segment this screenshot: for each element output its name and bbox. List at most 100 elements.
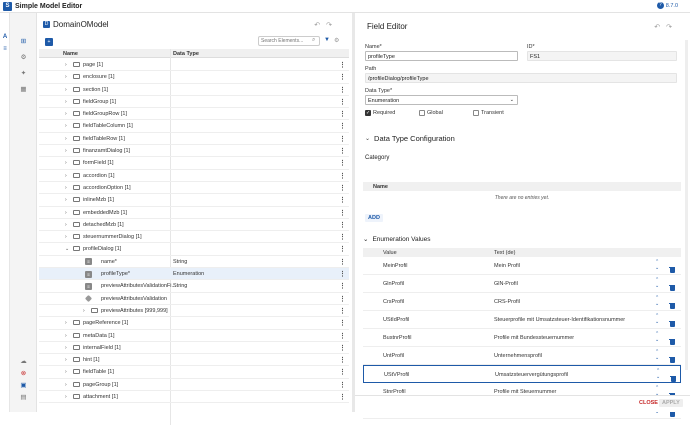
chevron-right-icon[interactable]: › — [65, 136, 67, 142]
reorder-arrows-icon[interactable]: ⌃⌄ — [655, 313, 659, 325]
reorder-arrows-icon[interactable]: ⌃⌄ — [655, 259, 659, 271]
tree-row[interactable]: ≡ profileType* Enumeration ⋮ — [39, 268, 349, 281]
editor-undo-redo-icons[interactable]: ↶↷ — [654, 23, 678, 31]
more-vert-icon[interactable]: ⋮ — [339, 61, 346, 69]
more-vert-icon[interactable]: ⋮ — [339, 332, 346, 340]
reorder-arrows-icon[interactable]: ⌃⌄ — [656, 368, 660, 380]
more-vert-icon[interactable]: ⋮ — [339, 209, 346, 217]
reorder-arrows-icon[interactable]: ⌃⌄ — [655, 331, 659, 343]
chevron-right-icon[interactable]: › — [65, 333, 67, 339]
chevron-right-icon[interactable]: › — [65, 210, 67, 216]
enum-row[interactable]: CrsProfil CRS-Profil ⌃ ⌄ — [363, 293, 681, 311]
chevron-right-icon[interactable]: › — [65, 234, 67, 240]
more-vert-icon[interactable]: ⋮ — [339, 98, 346, 106]
chevron-right-icon[interactable]: › — [65, 123, 67, 129]
more-vert-icon[interactable]: ⋮ — [339, 172, 346, 180]
version-indicator[interactable]: ? 8.7.0 — [656, 2, 678, 9]
more-vert-icon[interactable]: ⋮ — [339, 381, 346, 389]
left-letter-a[interactable]: A — [1, 33, 9, 41]
chevron-right-icon[interactable]: › — [65, 87, 67, 93]
delete-icon[interactable] — [670, 370, 676, 382]
enum-row[interactable]: UntProfil Unternehmensprofil ⌃ ⌄ — [363, 347, 681, 365]
more-vert-icon[interactable]: ⋮ — [339, 344, 346, 352]
undo-redo-icons[interactable]: ↶↷ — [314, 21, 338, 29]
filter-icon[interactable]: ▼ — [324, 37, 330, 43]
chevron-right-icon[interactable]: › — [65, 74, 67, 80]
enum-row[interactable]: MeinProfil Mein Profil ⌃ ⌄ — [363, 257, 681, 275]
chevron-right-icon[interactable]: › — [83, 308, 85, 314]
tree-row[interactable]: › embeddedMzb [1] ⋮ — [39, 207, 349, 219]
enum-section-toggle[interactable]: ⌄ Enumeration Values — [363, 235, 681, 244]
more-vert-icon[interactable]: ⋮ — [339, 86, 346, 94]
more-vert-icon[interactable]: ⋮ — [339, 122, 346, 130]
chevron-right-icon[interactable]: › — [65, 222, 67, 228]
chevron-right-icon[interactable]: › — [65, 99, 67, 105]
more-vert-icon[interactable]: ⋮ — [339, 196, 346, 204]
tree-row[interactable]: › formField [1] ⋮ — [39, 157, 349, 170]
tree-row[interactable]: › finanzamtDialog [1] ⋮ — [39, 145, 349, 158]
add-element-icon[interactable]: + — [45, 38, 53, 46]
delete-icon[interactable] — [669, 297, 675, 309]
more-vert-icon[interactable]: ⋮ — [339, 282, 346, 290]
help-icon[interactable]: ? — [656, 2, 664, 9]
more-vert-icon[interactable]: ⋮ — [339, 295, 346, 303]
delete-icon[interactable] — [669, 333, 675, 345]
reorder-arrows-icon[interactable]: ⌃⌄ — [655, 349, 659, 361]
more-vert-icon[interactable]: ⋮ — [339, 135, 346, 143]
chevron-right-icon[interactable]: › — [65, 394, 67, 400]
tree-row[interactable]: › fieldTableRow [1] ⋮ — [39, 133, 349, 146]
export-icon[interactable]: ▤ — [18, 393, 29, 402]
chevron-right-icon[interactable]: › — [65, 382, 67, 388]
delete-icon[interactable] — [669, 387, 675, 399]
chevron-right-icon[interactable]: › — [65, 148, 67, 154]
more-vert-icon[interactable]: ⋮ — [339, 270, 346, 278]
more-vert-icon[interactable]: ⋮ — [339, 356, 346, 364]
tree-row[interactable]: › section [1] ⋮ — [39, 84, 349, 96]
required-checkbox[interactable]: ✓ Required — [365, 110, 395, 116]
add-category-button[interactable]: ADD — [365, 214, 383, 222]
tree-row[interactable]: › steuernummerDialog [1] ⋮ — [39, 231, 349, 244]
more-vert-icon[interactable]: ⋮ — [339, 233, 346, 241]
more-vert-icon[interactable]: ⋮ — [339, 184, 346, 192]
tree-row[interactable]: ≡ name* String ⋮ — [39, 256, 349, 269]
reorder-arrows-icon[interactable]: ⌃⌄ — [655, 277, 659, 289]
error-icon[interactable]: ⊗ — [18, 369, 29, 378]
reorder-arrows-icon[interactable]: ⌃⌄ — [655, 295, 659, 307]
more-vert-icon[interactable]: ⋮ — [339, 258, 346, 266]
tree-row[interactable]: › accordion [1] ⋮ — [39, 170, 349, 182]
editor-scrollbar[interactable] — [685, 40, 688, 370]
tree-row[interactable]: › internalField [1] ⋮ — [39, 342, 349, 355]
tree-row[interactable]: › pageReference [1] ⋮ — [39, 317, 349, 330]
chevron-right-icon[interactable]: › — [65, 357, 67, 363]
delete-icon[interactable] — [669, 351, 675, 363]
search-input[interactable] — [258, 36, 320, 46]
more-vert-icon[interactable]: ⋮ — [339, 110, 346, 118]
chevron-right-icon[interactable]: › — [65, 320, 67, 326]
dtc-section-toggle[interactable]: ⌄ Data Type Configuration — [365, 134, 455, 143]
chevron-right-icon[interactable]: › — [65, 173, 67, 179]
more-vert-icon[interactable]: ⋮ — [339, 307, 346, 315]
enum-row[interactable]: BustnrProfil Profile mit Bundessteuernumm… — [363, 329, 681, 347]
tree-row[interactable]: › metaData [1] ⋮ — [39, 330, 349, 342]
chevron-right-icon[interactable]: › — [65, 185, 67, 191]
tree-view-icon[interactable]: ⊞ — [18, 37, 29, 46]
more-vert-icon[interactable]: ⋮ — [339, 245, 346, 253]
tree-row[interactable]: › hint [1] ⋮ — [39, 354, 349, 367]
enum-row[interactable]: UStIdProfil Steuerprofile mit Umsatzsteue… — [363, 311, 681, 329]
grid-icon[interactable]: ▦ — [18, 85, 29, 94]
cloud-icon[interactable]: ☁ — [18, 357, 29, 366]
delete-icon[interactable] — [669, 279, 675, 291]
chevron-right-icon[interactable]: › — [65, 345, 67, 351]
tree-row[interactable]: ≡ previewAttributesValidationFi... String ⋮ — [39, 280, 349, 293]
tree-row[interactable]: › inlineMzb [1] ⋮ — [39, 194, 349, 207]
tree-row[interactable]: › fieldTableColumn [1] ⋮ — [39, 120, 349, 133]
chevron-right-icon[interactable]: › — [65, 62, 67, 68]
close-button[interactable]: CLOSE — [639, 400, 658, 406]
tree-row[interactable]: › fieldTable [1] ⋮ — [39, 366, 349, 379]
name-input[interactable]: profileType — [365, 51, 518, 61]
chevron-right-icon[interactable]: › — [65, 369, 67, 375]
enum-row[interactable]: UStVProfil Umsatzsteuervergütungsprofil ⌃ ⌄ — [363, 365, 681, 383]
tree-settings-icon[interactable]: ⚙ — [334, 37, 339, 44]
transient-checkbox[interactable]: Transient — [473, 110, 504, 116]
more-vert-icon[interactable]: ⋮ — [339, 159, 346, 167]
